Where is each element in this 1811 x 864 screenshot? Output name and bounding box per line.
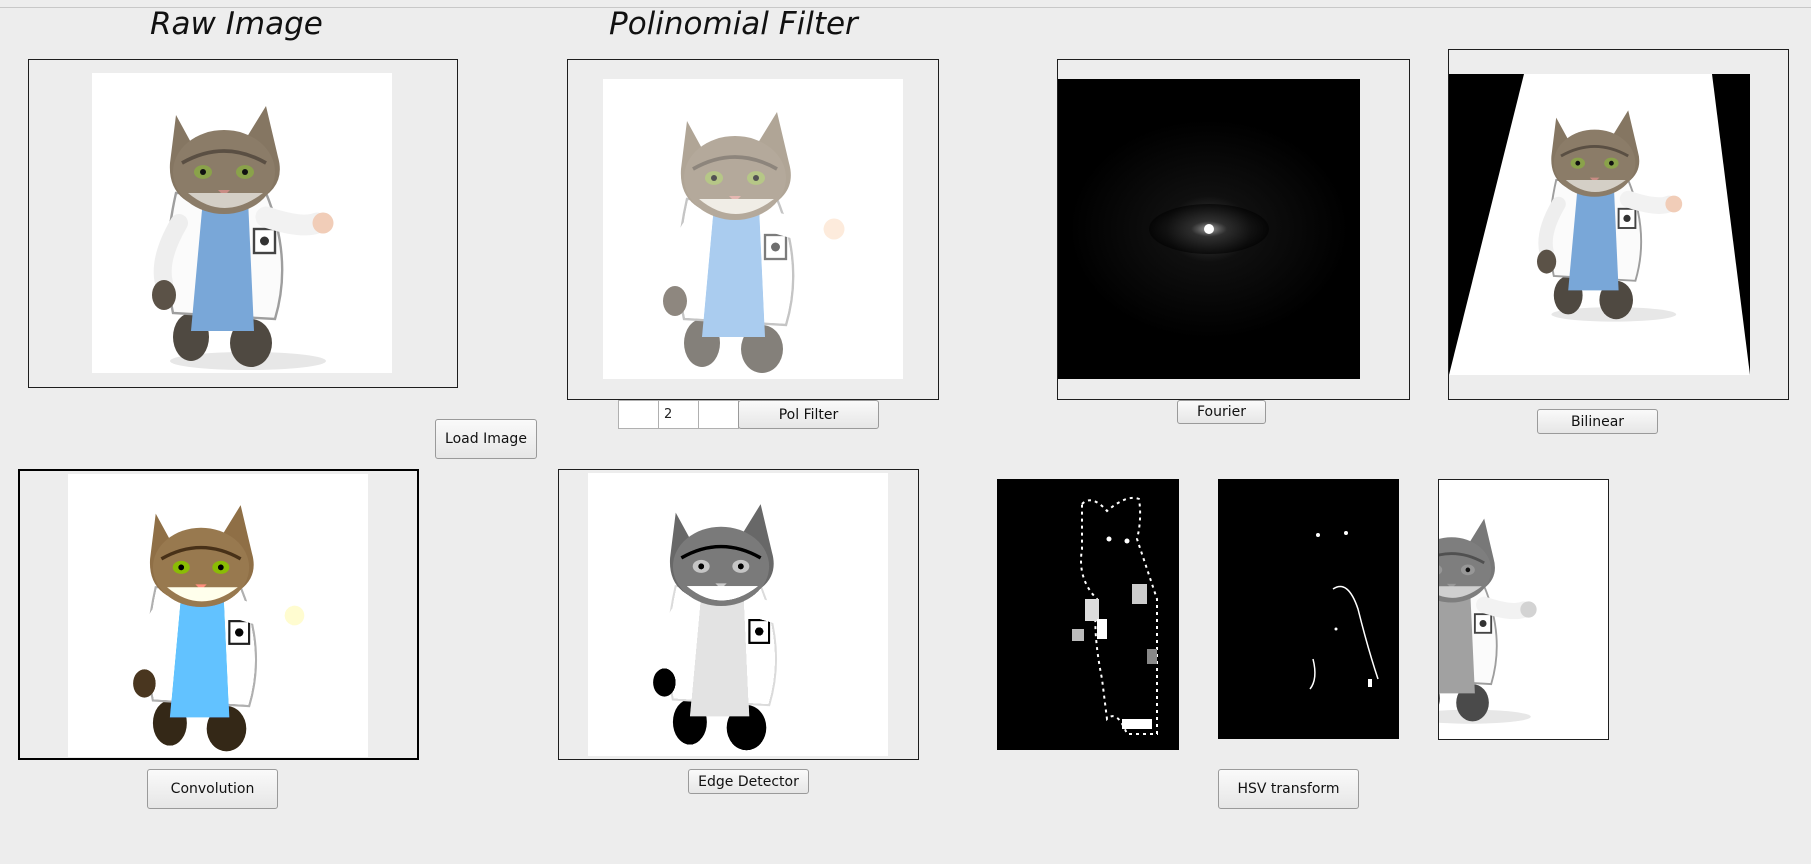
hsv-mask-2	[1218, 479, 1399, 739]
polynomial-image-frame	[567, 59, 939, 400]
edge-frame	[558, 469, 919, 760]
cat-image-convolved	[68, 474, 368, 757]
cat-image-grayscale	[1439, 480, 1608, 739]
grayscale-frame	[1438, 479, 1609, 740]
raw-image-frame	[28, 59, 458, 388]
fourier-frame	[1057, 59, 1410, 400]
raw-image	[92, 73, 392, 373]
convolution-button[interactable]: Convolution	[147, 769, 278, 809]
bilinear-warp	[1449, 74, 1750, 375]
grayscale-image	[1439, 480, 1608, 739]
bilinear-button[interactable]: Bilinear	[1537, 409, 1658, 434]
edge-detector-button[interactable]: Edge Detector	[688, 769, 809, 794]
bilinear-image	[1449, 74, 1750, 375]
cat-image-filtered	[603, 79, 903, 379]
pol-filter-button[interactable]: Pol Filter	[738, 400, 879, 429]
fourier-button[interactable]: Fourier	[1177, 400, 1266, 424]
cat-image	[92, 73, 392, 373]
raw-image-title: Raw Image	[150, 6, 323, 42]
cat-image-edges	[588, 473, 888, 756]
bilinear-frame	[1448, 49, 1789, 400]
fourier-glow	[1058, 79, 1360, 379]
polynomial-filter-title: Polinomial Filter	[609, 6, 858, 42]
load-image-button[interactable]: Load Image	[435, 419, 537, 459]
hsv-mask-1-shape	[997, 479, 1179, 750]
edge-image	[588, 473, 888, 756]
hsv-mask-1	[997, 479, 1179, 750]
hsv-transform-button[interactable]: HSV transform	[1218, 769, 1359, 809]
fourier-spectrum	[1058, 79, 1360, 379]
convolution-frame	[18, 469, 419, 760]
pol-coef-input-2[interactable]: 2	[658, 400, 699, 429]
convolution-image	[68, 474, 368, 757]
polynomial-image	[603, 79, 903, 379]
pol-coef-input-1[interactable]	[618, 400, 659, 429]
hsv-mask-2-shape	[1218, 479, 1399, 739]
pol-coef-input-3[interactable]	[698, 400, 739, 429]
